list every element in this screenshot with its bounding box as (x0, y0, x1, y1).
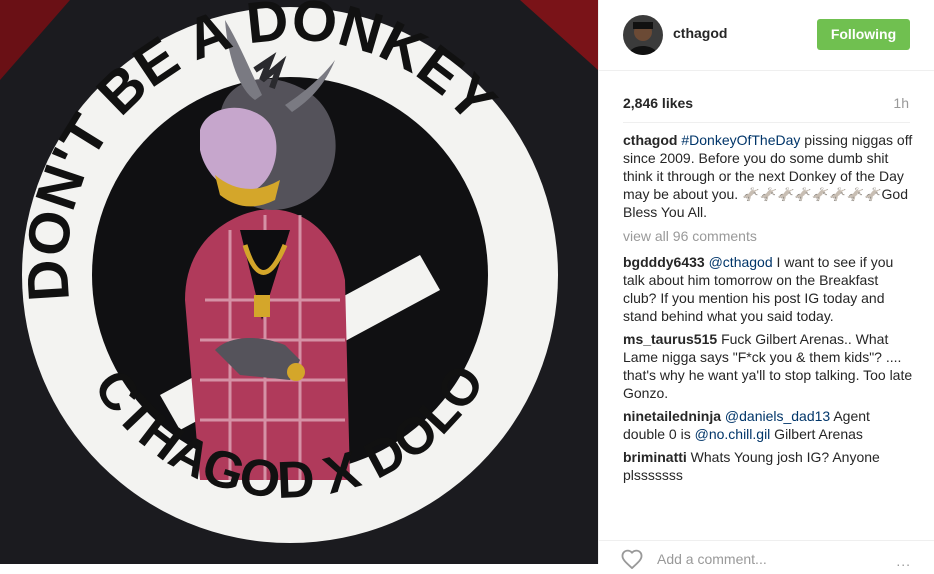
post-time[interactable]: 1h (893, 95, 909, 111)
comment-item: ms_taurus515 Fuck Gilbert Arenas.. What … (623, 330, 913, 402)
donkey-shirt-image: DON'T BE A DONKEY CTHAGOD X DOLO (0, 0, 598, 564)
username[interactable]: cthagod (673, 25, 727, 41)
comment-item: briminatti Whats Young josh IG? Anyone p… (623, 448, 913, 484)
post-header: cthagod Following (599, 0, 934, 71)
post-photo[interactable]: DON'T BE A DONKEY CTHAGOD X DOLO (0, 0, 598, 564)
add-comment-input[interactable]: Add a comment... (657, 551, 767, 567)
comment-username[interactable]: bgdddy6433 (623, 254, 705, 270)
comment-item: ninetailedninja @daniels_dad13 Agent dou… (623, 407, 913, 443)
comment-username[interactable]: ms_taurus515 (623, 331, 717, 347)
avatar[interactable] (623, 15, 663, 55)
caption: cthagod #DonkeyOfTheDay pissing niggas o… (623, 131, 913, 221)
following-button[interactable]: Following (817, 19, 910, 50)
divider (623, 122, 910, 123)
heart-icon[interactable] (621, 549, 643, 574)
more-options-icon[interactable]: ... (896, 553, 911, 569)
comment-bar: Add a comment... ... (599, 540, 934, 570)
user-avatar-icon (623, 15, 663, 55)
view-all-comments-link[interactable]: view all 96 comments (623, 227, 913, 245)
comment-mention[interactable]: @no.chill.gil (695, 426, 771, 442)
comment-username[interactable]: briminatti (623, 449, 687, 465)
post-side-panel: cthagod Following 2,846 likes 1h cthagod… (598, 0, 934, 570)
caption-hashtag[interactable]: #DonkeyOfTheDay (681, 132, 800, 148)
comment-item: bgdddy6433 @cthagod I want to see if you… (623, 253, 913, 325)
comments-list: cthagod #DonkeyOfTheDay pissing niggas o… (623, 131, 913, 489)
comment-username[interactable]: ninetailedninja (623, 408, 721, 424)
comment-text: Gilbert Arenas (770, 426, 863, 442)
caption-username[interactable]: cthagod (623, 132, 677, 148)
comment-mention[interactable]: @cthagod (709, 254, 773, 270)
likes-count[interactable]: 2,846 likes (623, 95, 693, 111)
comment-mention[interactable]: @daniels_dad13 (725, 408, 830, 424)
